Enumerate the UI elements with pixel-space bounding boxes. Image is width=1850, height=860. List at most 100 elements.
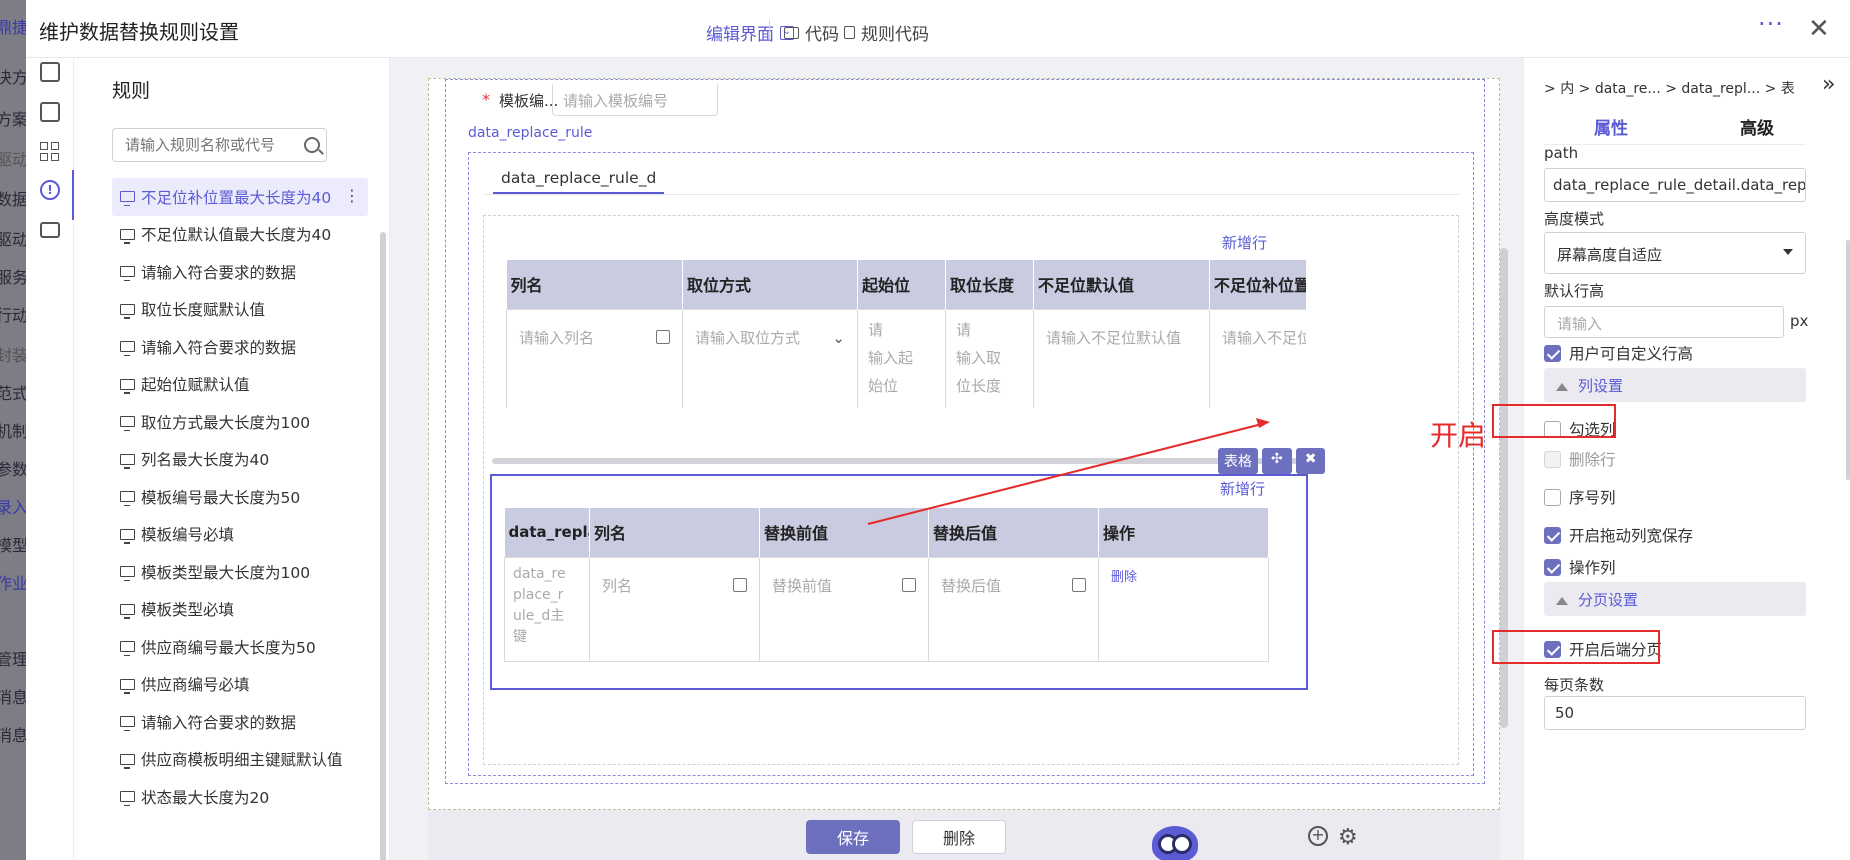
table-cell[interactable]: 列名 — [589, 556, 760, 662]
table-cell[interactable]: data_re place_r ule_d主 键 — [504, 556, 590, 662]
chevron-down-icon[interactable]: ⌄ — [832, 324, 845, 352]
page-size-input[interactable]: 50 — [1544, 696, 1806, 730]
paging-settings-section[interactable]: 分页设置 — [1544, 582, 1806, 616]
tab-advanced[interactable]: 高级 — [1740, 114, 1774, 139]
table-cell[interactable]: 替换后值 — [928, 556, 1099, 662]
checkbox-checked[interactable] — [1544, 526, 1561, 544]
breadcrumb-item[interactable]: 内 — [1560, 81, 1574, 97]
rule-item[interactable]: 供应商编号最大长度为50 — [112, 628, 368, 666]
template-code-input[interactable]: 请输入模板编号 — [552, 84, 718, 116]
monitor-icon — [120, 528, 135, 544]
close-icon[interactable]: ✕ — [1808, 14, 1830, 44]
double-chevron-right-icon[interactable]: » — [1822, 72, 1835, 97]
table-cell[interactable]: 请 输入起 始位 — [856, 308, 946, 408]
remove-icon[interactable]: ✖ — [1295, 448, 1326, 474]
path-input[interactable]: data_replace_rule_detail.data_replace_ru — [1544, 168, 1806, 202]
template-code-label: 模板编... — [499, 92, 559, 110]
form-icon[interactable] — [40, 102, 60, 122]
grid-icon[interactable] — [40, 142, 60, 162]
rule-item[interactable]: 供应商编号必填 — [112, 666, 368, 704]
rule-item[interactable]: 模板编号必填 — [112, 516, 368, 554]
checkbox-checked[interactable] — [1544, 344, 1561, 362]
rule-item[interactable]: 不足位默认值最大长度为40 — [112, 216, 368, 254]
breadcrumb-item[interactable]: data_re... — [1595, 81, 1661, 97]
rule-item[interactable]: 取位方式最大长度为100 — [112, 403, 368, 441]
drag-width-save-row[interactable]: 开启拖动列宽保存 — [1544, 524, 1693, 546]
default-row-height-input[interactable]: 请输入 — [1544, 306, 1784, 338]
rule-item[interactable]: 起始位赋默认值 — [112, 366, 368, 404]
bg-label: 驱动 — [0, 230, 29, 249]
page-icon[interactable] — [40, 62, 60, 82]
checkbox-unchecked[interactable] — [1544, 488, 1561, 506]
table-cell[interactable]: 替换前值 — [759, 556, 929, 662]
annotation-label: 开启 — [1430, 419, 1487, 452]
rule-item[interactable]: 请输入符合要求的数据 — [112, 253, 368, 291]
dialog-header: 维护数据替换规则设置 编辑界面 ⌄ 代码 规则代码 ··· ✕ — [26, 0, 1850, 58]
table-cell[interactable]: 请输入取位方式 ⌄ — [682, 308, 858, 408]
more-icon[interactable]: ··· — [1758, 10, 1784, 38]
action-column-row[interactable]: 操作列 — [1544, 556, 1616, 578]
bg-label: 鼎捷 — [0, 18, 29, 37]
kebab-menu-icon[interactable]: ⋮ — [344, 186, 360, 205]
rule-alert-icon[interactable]: ! — [40, 180, 60, 200]
table-cell[interactable]: 请输入不足位补位置 — [1208, 308, 1306, 408]
plus-circle-icon[interactable]: + — [1308, 826, 1328, 846]
table-cell[interactable]: 请输入列名 — [506, 308, 683, 408]
rule-item[interactable]: 不足位补位置最大长度为40 ⋮ — [112, 178, 368, 216]
tab-rule-detail[interactable]: data_replace_rule_d — [493, 169, 665, 194]
bg-label: 驱动 — [0, 150, 29, 169]
height-mode-select[interactable]: 屏幕高度自适应 — [1544, 232, 1806, 274]
table-cell[interactable]: 请 输入取 位长度 — [944, 308, 1034, 408]
assistant-owl-icon[interactable] — [1152, 826, 1198, 860]
rule-label: 模板编号必填 — [141, 526, 235, 545]
rule-item[interactable]: 状态最大长度为20 — [112, 778, 368, 816]
breadcrumb-sep: > — [1544, 81, 1556, 97]
rule-item[interactable]: 请输入符合要求的数据 — [112, 328, 368, 366]
move-icon[interactable]: ✣ — [1262, 448, 1292, 474]
edit-icon[interactable] — [902, 577, 916, 592]
rule-item[interactable]: 模板编号最大长度为50 — [112, 478, 368, 516]
code-tab[interactable]: 代码 — [784, 20, 839, 45]
add-row-link[interactable]: 新增行 — [1220, 478, 1265, 499]
edit-icon[interactable] — [656, 329, 670, 344]
search-icon[interactable] — [304, 137, 320, 153]
rule-list-scrollbar[interactable] — [380, 232, 386, 860]
edit-view-tab[interactable]: 编辑界面 ⌄ — [706, 20, 794, 45]
bg-label: 录入 — [0, 498, 29, 517]
table-cell[interactable]: 请输入不足位默认值 — [1032, 308, 1210, 408]
breadcrumb-item[interactable]: data_repl... — [1681, 81, 1760, 97]
save-button[interactable]: 保存 — [806, 820, 900, 854]
column-settings-section[interactable]: 列设置 — [1544, 368, 1806, 402]
add-row-link[interactable]: 新增行 — [1222, 232, 1267, 253]
rule-search-input[interactable] — [112, 128, 327, 162]
rule-item[interactable]: 模板类型最大长度为100 — [112, 553, 368, 591]
console-icon[interactable] — [40, 222, 60, 238]
checkbox-checked[interactable] — [1544, 558, 1561, 576]
rule-item[interactable]: 供应商模板明细主键赋默认值 — [112, 741, 368, 779]
custom-row-height-row[interactable]: 用户可自定义行高 — [1544, 342, 1693, 364]
rule-label: 供应商编号必填 — [141, 676, 250, 695]
edit-icon[interactable] — [733, 577, 747, 592]
replace-value-table[interactable]: 新增行 data_repla... 列名 替换前值 替换后值 操作 — [490, 474, 1308, 690]
monitor-icon — [120, 191, 135, 207]
rule-item[interactable]: 列名最大长度为40 — [112, 441, 368, 479]
rule-item[interactable]: 模板类型必填 — [112, 591, 368, 629]
delete-button[interactable]: 删除 — [912, 820, 1006, 854]
bg-label: 消息 — [0, 726, 29, 745]
rule-item[interactable]: 请输入符合要求的数据 — [112, 703, 368, 741]
property-panel-scrollbar[interactable] — [1846, 240, 1850, 480]
tab-properties[interactable]: 属性 — [1594, 114, 1628, 139]
table-hscrollbar[interactable] — [492, 458, 1318, 464]
breadcrumb-item[interactable]: 表 — [1781, 81, 1795, 97]
property-panel: > 内 > data_re... > data_repl... > 表 » 属性… — [1523, 58, 1850, 860]
serial-column-row[interactable]: 序号列 — [1544, 486, 1616, 508]
delete-row-link[interactable]: 删除 — [1111, 570, 1137, 585]
table-header: data_repla... — [504, 508, 590, 557]
rule-component-link[interactable]: data_replace_rule — [468, 125, 592, 141]
rule-item[interactable]: 取位长度赋默认值 — [112, 291, 368, 329]
gear-icon[interactable]: ⚙ — [1338, 825, 1358, 850]
edit-icon[interactable] — [1072, 577, 1086, 592]
rule-code-tab[interactable]: 规则代码 — [844, 20, 929, 45]
rule-label: 起始位赋默认值 — [141, 376, 250, 395]
table-header: 起始位 — [857, 260, 946, 309]
